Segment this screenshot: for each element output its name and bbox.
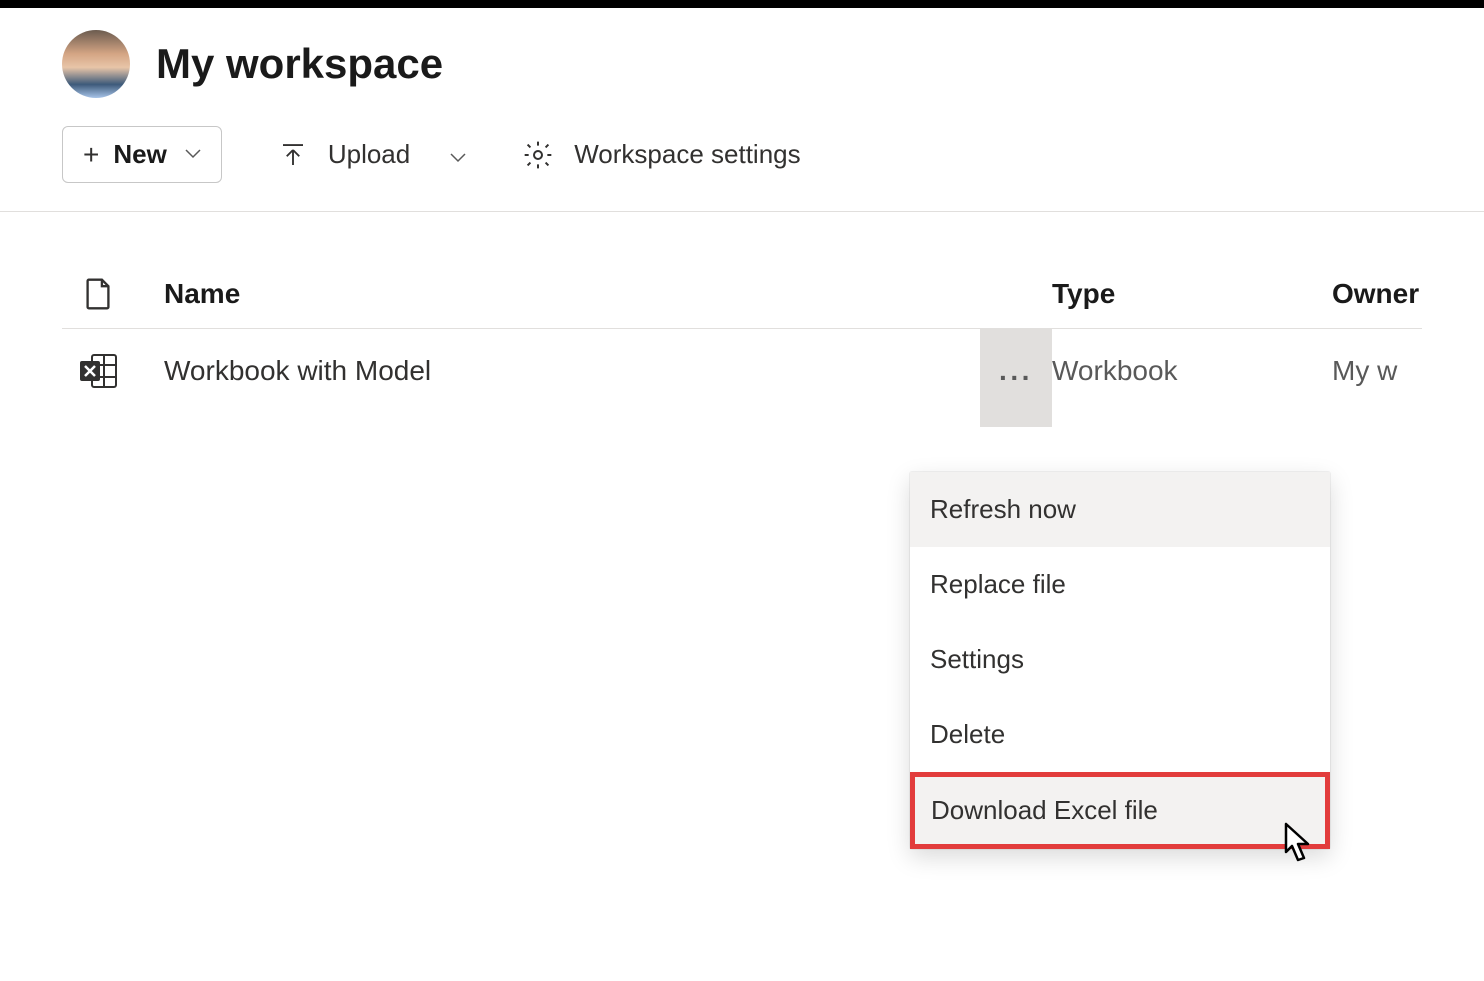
item-owner: My w xyxy=(1332,355,1422,387)
avatar xyxy=(62,30,130,98)
context-menu: Refresh now Replace file Settings Delete… xyxy=(910,472,1330,849)
upload-icon xyxy=(278,140,308,170)
workspace-header: My workspace xyxy=(0,8,1484,116)
type-column-header[interactable]: Type xyxy=(1052,278,1332,310)
chevron-down-icon xyxy=(450,139,466,170)
name-column-header[interactable]: Name xyxy=(134,278,1052,310)
table-header-row: Name Type Owner xyxy=(62,260,1422,329)
toolbar: + New Upload Workspace s xyxy=(0,116,1484,212)
table-row[interactable]: Workbook with Model ··· Workbook My w xyxy=(62,329,1422,413)
menu-item-refresh-now[interactable]: Refresh now xyxy=(910,472,1330,547)
upload-label: Upload xyxy=(328,139,410,170)
new-button-label: New xyxy=(113,139,166,170)
item-type: Workbook xyxy=(1052,355,1332,387)
page-title: My workspace xyxy=(156,40,443,88)
window-top-bar xyxy=(0,0,1484,8)
cursor-pointer-icon xyxy=(1272,816,1316,875)
chevron-down-icon xyxy=(185,146,201,164)
upload-button[interactable]: Upload xyxy=(278,139,466,170)
item-icon-cell xyxy=(62,353,134,389)
owner-column-header[interactable]: Owner xyxy=(1332,278,1422,310)
file-type-column-icon xyxy=(62,278,134,310)
item-name[interactable]: Workbook with Model xyxy=(134,355,1052,387)
more-options-button[interactable]: ··· xyxy=(980,329,1052,427)
more-icon: ··· xyxy=(999,362,1033,394)
new-button[interactable]: + New xyxy=(62,126,222,183)
menu-item-delete[interactable]: Delete xyxy=(910,697,1330,772)
gear-icon xyxy=(522,139,554,171)
menu-item-settings[interactable]: Settings xyxy=(910,622,1330,697)
menu-item-replace-file[interactable]: Replace file xyxy=(910,547,1330,622)
workspace-table: Name Type Owner Workbook with Model ··· … xyxy=(0,260,1484,413)
workspace-settings-button[interactable]: Workspace settings xyxy=(522,139,800,171)
workspace-settings-label: Workspace settings xyxy=(574,139,800,170)
plus-icon: + xyxy=(83,141,99,169)
menu-item-download-excel-file[interactable]: Download Excel file xyxy=(910,772,1330,849)
